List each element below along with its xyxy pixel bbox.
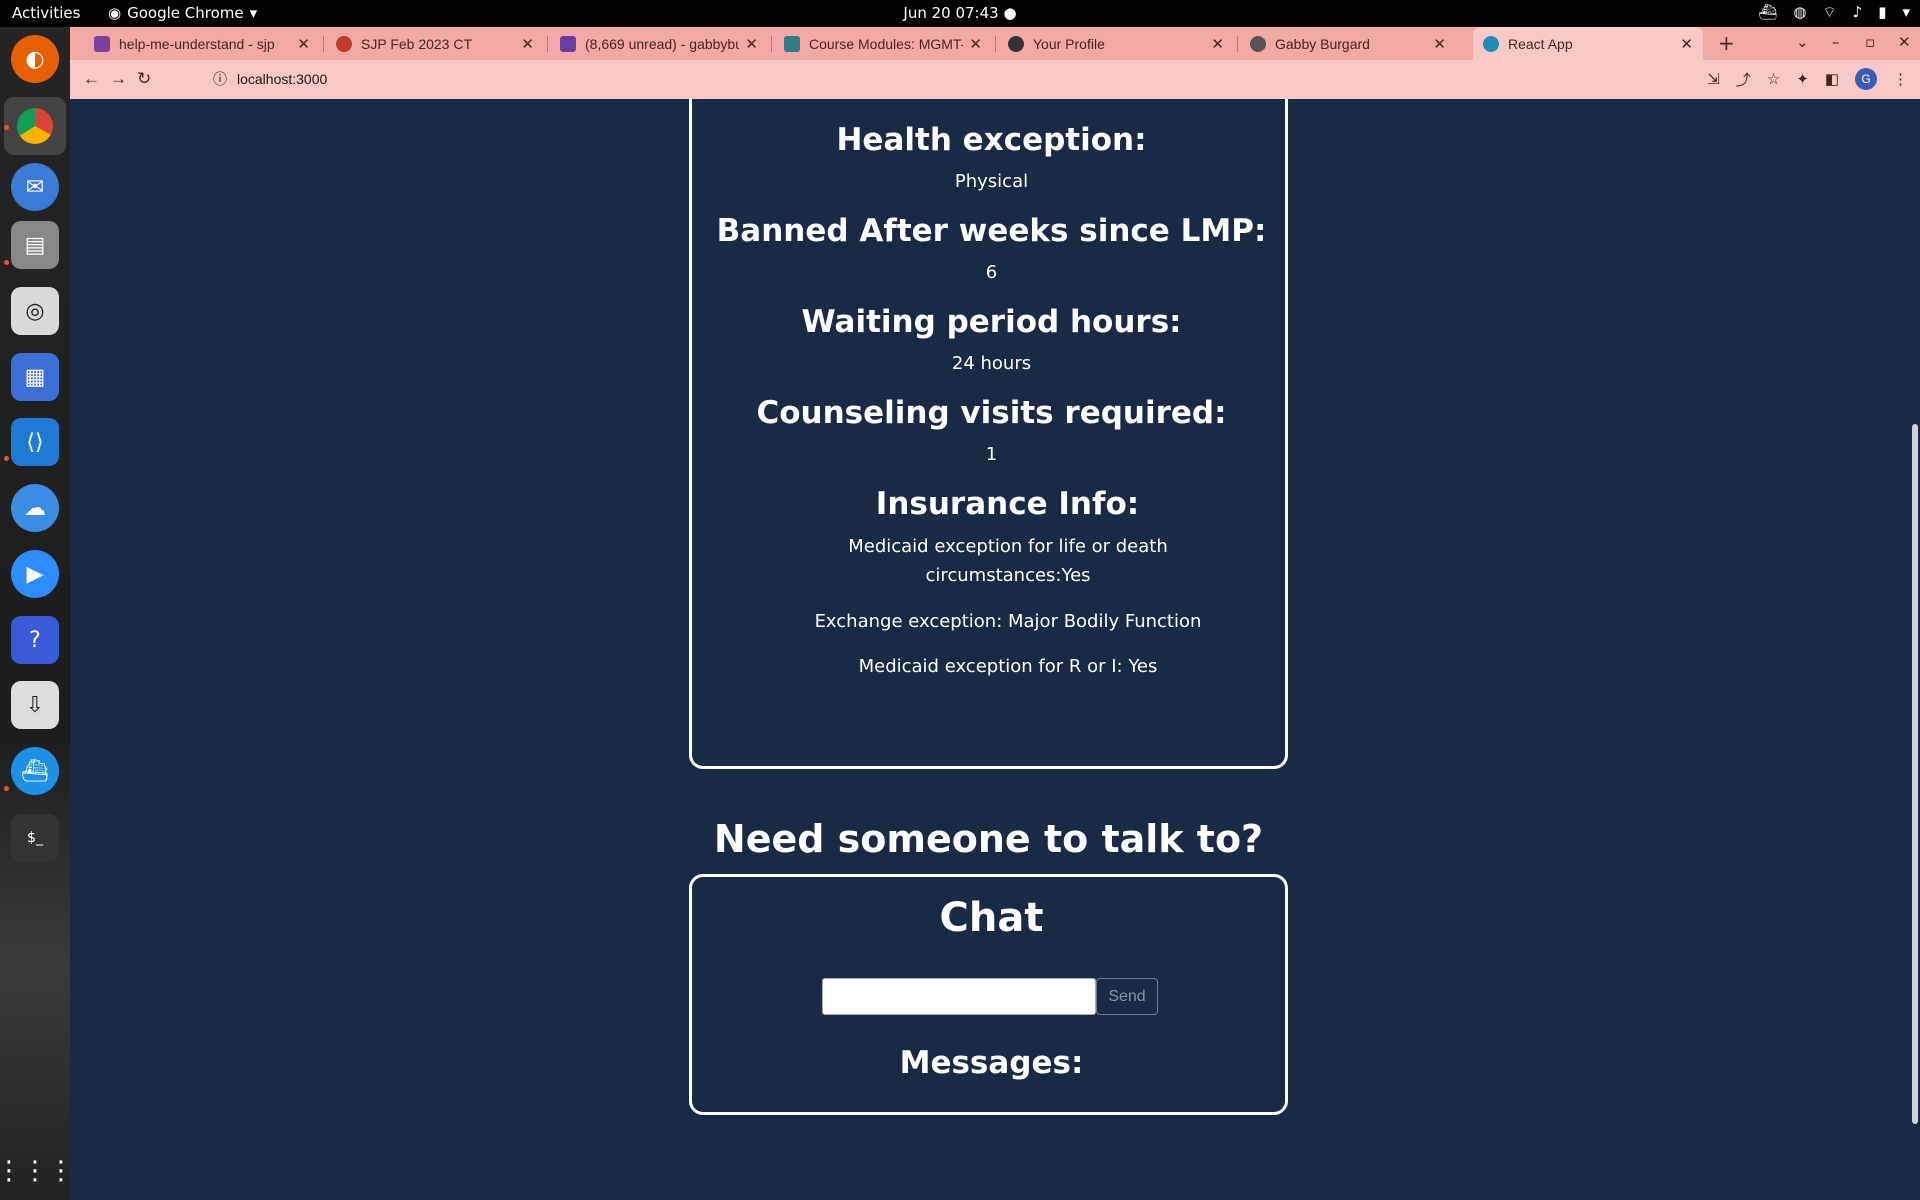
page-scrollbar[interactable] xyxy=(1910,99,1920,1200)
firefox-icon[interactable]: ◐ xyxy=(11,35,59,83)
help-icon[interactable]: ? xyxy=(11,616,59,664)
new-tab-button[interactable]: + xyxy=(1718,31,1735,55)
close-tab-icon[interactable]: ✕ xyxy=(1211,35,1224,53)
insurance-item: Medicaid exception for R or I: Yes xyxy=(858,656,1158,677)
close-window-icon[interactable]: ✕ xyxy=(1898,33,1911,51)
tab-help-me-understand[interactable]: help-me-understand - sjp ✕ xyxy=(84,27,320,60)
docker-tray-icon[interactable]: ⛴ xyxy=(1758,3,1777,22)
tab-react-app[interactable]: React App ✕ xyxy=(1473,27,1703,60)
clock[interactable]: Jun 20 07:43 ● xyxy=(0,4,1920,22)
banned-after-label: Banned After weeks since LMP: xyxy=(716,213,1267,249)
zoom-icon[interactable]: ▶ xyxy=(11,550,59,598)
tab-course-modules[interactable]: Course Modules: MGMT- ✕ xyxy=(774,27,992,60)
canvas-favicon-icon xyxy=(784,35,800,52)
tab-search-icon[interactable]: ⌄ xyxy=(1796,33,1809,51)
wifi-icon: ⌔ xyxy=(1822,3,1837,21)
vscode-icon[interactable]: ⟨⟩ xyxy=(11,418,59,466)
system-tray[interactable]: ⛴ ◍ ⌔ ♪ ▮ ▾ xyxy=(1758,3,1910,22)
profile-avatar[interactable]: G xyxy=(1855,68,1877,90)
react-favicon-icon xyxy=(1483,35,1499,52)
github-favicon-icon xyxy=(1008,35,1024,52)
chrome-menu-icon[interactable]: ⋮ xyxy=(1893,70,1908,88)
scrollbar-thumb[interactable] xyxy=(1912,424,1918,1124)
show-apps-icon[interactable]: ⋮⋮⋮ xyxy=(0,1147,74,1195)
tab-your-profile[interactable]: Your Profile ✕ xyxy=(998,27,1234,60)
waiting-period-label: Waiting period hours: xyxy=(801,304,1182,340)
system-top-bar: Activities ◉ Google Chrome ▾ Jun 20 07:4… xyxy=(0,0,1920,27)
chat-card: Chat Send Messages: xyxy=(689,874,1288,1115)
extensions-icon[interactable]: ✦ xyxy=(1796,70,1809,88)
chrome-dock-icon[interactable] xyxy=(4,97,66,155)
url-text: localhost:3000 xyxy=(237,71,328,87)
insurance-info-label: Insurance Info: xyxy=(875,486,1140,522)
install-app-icon[interactable]: ⇲ xyxy=(1707,70,1720,88)
tab-title: Course Modules: MGMT- xyxy=(809,35,964,52)
dock: ◐ ✉ ▤ ◎ ▦ ⟨⟩ ☁ ▶ ? ⇩ ⛴ $_ ⋮⋮⋮ xyxy=(0,27,74,1200)
clock-label: Jun 20 07:43 xyxy=(903,4,999,22)
page-viewport: Health exception: Physical Banned After … xyxy=(70,99,1920,1200)
tab-title: Your Profile xyxy=(1033,35,1105,52)
state-info-card: Health exception: Physical Banned After … xyxy=(689,99,1288,769)
tab-mail[interactable]: (8,669 unread) - gabbybu ✕ xyxy=(550,27,768,60)
messages-label: Messages: xyxy=(899,1045,1084,1081)
system-menu-chevron-icon[interactable]: ▾ xyxy=(1902,3,1910,22)
volume-icon: ♪ xyxy=(1852,3,1863,21)
tab-gabby-burgard[interactable]: Gabby Burgard ✕ xyxy=(1240,27,1456,60)
notification-dot-icon: ● xyxy=(1003,4,1017,22)
tab-title: (8,669 unread) - gabbybu xyxy=(585,35,740,52)
counseling-label: Counseling visits required: xyxy=(756,395,1227,431)
minimize-icon[interactable]: – xyxy=(1832,33,1840,51)
talk-heading: Need someone to talk to? xyxy=(713,817,1264,861)
close-tab-icon[interactable]: ✕ xyxy=(1433,35,1446,53)
insurance-item: Medicaid exception for life or death cir… xyxy=(848,536,1168,586)
forward-icon[interactable]: → xyxy=(110,69,127,89)
mail-favicon-icon xyxy=(560,35,576,52)
globe-favicon-icon xyxy=(1250,35,1266,52)
slack-favicon-icon xyxy=(94,35,110,52)
close-tab-icon[interactable]: ✕ xyxy=(521,35,534,53)
thunderbird-icon[interactable]: ✉ xyxy=(11,163,59,211)
tab-title: Gabby Burgard xyxy=(1275,35,1370,52)
bookmark-star-icon[interactable]: ☆ xyxy=(1767,70,1780,88)
tab-title: SJP Feb 2023 CT xyxy=(361,35,473,52)
waiting-period-value: 24 hours xyxy=(951,353,1032,374)
health-exception-value: Physical xyxy=(954,171,1029,192)
share-icon[interactable]: ⤴ xyxy=(1736,69,1751,90)
back-icon[interactable]: ← xyxy=(83,69,100,89)
doc-favicon-icon xyxy=(336,35,352,52)
send-button[interactable]: Send xyxy=(1096,978,1158,1015)
tab-sjp-feb[interactable]: SJP Feb 2023 CT ✕ xyxy=(326,27,544,60)
rhythmbox-icon[interactable]: ◎ xyxy=(11,287,59,335)
site-info-icon[interactable]: ⓘ xyxy=(213,69,227,89)
tab-title: React App xyxy=(1508,35,1573,52)
software-updater-icon[interactable]: ⇩ xyxy=(11,681,59,729)
browser-toolbar: ← → ↻ ⓘ localhost:3000 ⇲ ⤴ ☆ ✦ ◧ G ⋮ xyxy=(70,60,1920,99)
reload-icon[interactable]: ↻ xyxy=(137,69,151,89)
maximize-icon[interactable]: ▫ xyxy=(1865,33,1875,51)
close-tab-icon[interactable]: ✕ xyxy=(969,35,982,53)
writer-icon[interactable]: ▦ xyxy=(11,353,59,401)
signal-icon[interactable]: ☁ xyxy=(11,484,59,532)
close-tab-icon[interactable]: ✕ xyxy=(745,35,758,53)
address-bar[interactable]: ⓘ localhost:3000 xyxy=(213,69,327,89)
zoom-tray-icon[interactable]: ◍ xyxy=(1793,3,1806,22)
battery-icon: ▮ xyxy=(1878,3,1887,21)
close-tab-icon[interactable]: ✕ xyxy=(297,35,310,53)
side-panel-icon[interactable]: ◧ xyxy=(1825,70,1839,88)
close-tab-icon[interactable]: ✕ xyxy=(1680,35,1693,53)
tab-title: help-me-understand - sjp xyxy=(119,35,275,52)
chat-message-input[interactable] xyxy=(822,978,1096,1015)
tab-strip: help-me-understand - sjp ✕ SJP Feb 2023 C… xyxy=(70,27,1920,60)
chat-title: Chat xyxy=(939,895,1044,941)
insurance-item: Exchange exception: Major Bodily Functio… xyxy=(814,611,1202,632)
counseling-value: 1 xyxy=(985,444,998,465)
files-icon[interactable]: ▤ xyxy=(11,221,59,269)
docker-icon[interactable]: ⛴ xyxy=(11,747,59,795)
health-exception-label: Health exception: xyxy=(836,122,1147,158)
banned-after-value: 6 xyxy=(985,262,998,283)
terminal-icon[interactable]: $_ xyxy=(11,814,59,862)
